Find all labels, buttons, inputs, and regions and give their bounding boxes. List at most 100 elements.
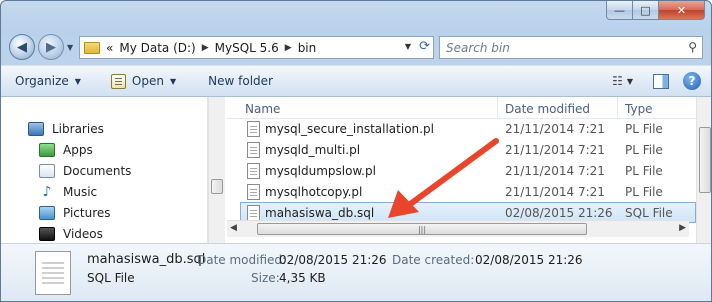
preview-pane-icon[interactable] — [653, 73, 669, 89]
nav-item-apps[interactable]: Apps — [39, 139, 93, 160]
forward-button[interactable]: ▶ — [38, 34, 64, 60]
file-large-icon — [35, 251, 71, 295]
file-name: mysql_secure_installation.pl — [265, 122, 434, 136]
libraries-icon — [28, 121, 44, 136]
chevron-right-icon[interactable]: ▶ — [202, 43, 209, 53]
maximize-button[interactable]: □ — [633, 1, 659, 20]
chevron-right-icon[interactable]: ▶ — [285, 43, 292, 53]
file-date: 21/11/2014 7:21 — [505, 164, 605, 178]
breadcrumb-mysql[interactable]: MySQL 5.6 — [215, 41, 279, 55]
notepad-icon — [110, 73, 126, 89]
address-dropdown-icon[interactable]: ▼ — [405, 42, 411, 51]
search-icon[interactable]: ⚲ — [688, 40, 697, 54]
file-name: mahasiswa_db.sql — [265, 206, 375, 220]
nav-item-documents[interactable]: Documents — [39, 160, 131, 181]
scroll-right-icon[interactable]: ▶ — [679, 223, 686, 233]
forward-arrow-icon: ▶ — [46, 39, 56, 55]
details-modified-value: 02/08/2015 21:26 — [279, 253, 387, 267]
caption-buttons: — □ ✕ — [606, 1, 705, 21]
horizontal-scroll-thumb[interactable]: ||| — [257, 223, 587, 235]
file-row[interactable]: mysqldumpslow.pl 21/11/2014 7:21 PL File — [227, 161, 696, 182]
nav-item-videos[interactable]: Videos — [39, 223, 103, 243]
scroll-left-icon[interactable]: ◀ — [230, 223, 237, 233]
file-name: mysqlhotcopy.pl — [265, 185, 363, 199]
nav-item-music[interactable]: ♪ Music — [39, 181, 98, 202]
file-name: mysqldumpslow.pl — [265, 164, 376, 178]
details-modified-label: Date modified: — [197, 253, 287, 267]
new-folder-label: New folder — [208, 74, 273, 88]
pictures-icon — [39, 205, 55, 220]
file-name: mysqld_multi.pl — [265, 143, 361, 157]
nav-label: Pictures — [63, 205, 111, 220]
details-file-type: SQL File — [87, 271, 135, 285]
address-bar[interactable]: « My Data (D:) ▶ MySQL 5.6 ▶ bin ▼ ⟳ — [79, 36, 434, 59]
nav-scroll-thumb[interactable] — [211, 179, 223, 194]
videos-icon — [39, 226, 55, 241]
file-row[interactable]: mysql_secure_installation.pl 21/11/2014 … — [227, 119, 696, 140]
details-size-value: 4,35 KB — [279, 271, 326, 285]
back-button[interactable]: ◀ — [9, 34, 35, 60]
minimize-button[interactable]: — — [606, 1, 633, 20]
close-button[interactable]: ✕ — [659, 1, 705, 20]
details-created-label: Date created: — [392, 253, 475, 267]
organize-button[interactable]: Organize ▼ — [15, 74, 81, 88]
music-icon: ♪ — [42, 183, 52, 200]
nav-item-libraries[interactable]: Libraries — [28, 118, 104, 139]
folder-icon — [84, 41, 100, 54]
back-arrow-icon: ◀ — [17, 39, 27, 55]
file-icon — [247, 205, 260, 221]
horizontal-scrollbar[interactable]: ◀ ||| ▶ — [227, 220, 689, 237]
details-pane: mahasiswa_db.sql SQL File Date modified:… — [1, 243, 711, 301]
views-dropdown-icon[interactable]: ▼ — [627, 77, 633, 86]
nav-item-pictures[interactable]: Pictures — [39, 202, 111, 223]
column-type[interactable]: Type — [625, 102, 653, 116]
details-size-label: Size: — [251, 271, 280, 285]
file-type: PL File — [625, 185, 663, 199]
file-icon — [247, 163, 260, 179]
file-date: 21/11/2014 7:21 — [505, 185, 605, 199]
file-row[interactable]: mysqld_multi.pl 21/11/2014 7:21 PL File — [227, 140, 696, 161]
explorer-window: — □ ✕ ◀ ▶ ▼ « My Data (D:) ▶ MySQL 5.6 ▶… — [0, 0, 712, 302]
address-row: ◀ ▶ ▼ « My Data (D:) ▶ MySQL 5.6 ▶ bin ▼… — [1, 31, 711, 61]
nav-label: Videos — [63, 226, 103, 241]
file-date: 02/08/2015 21:26 — [505, 206, 613, 220]
column-divider[interactable] — [497, 97, 498, 119]
breadcrumb-bin[interactable]: bin — [298, 41, 317, 55]
vertical-scroll-thumb[interactable] — [699, 127, 711, 193]
search-placeholder: Search bin — [446, 40, 510, 55]
search-box[interactable]: Search bin ⚲ — [439, 36, 703, 59]
column-date-modified[interactable]: Date modified — [505, 102, 590, 116]
vertical-scrollbar[interactable] — [696, 97, 711, 243]
file-icon — [247, 121, 260, 137]
new-folder-button[interactable]: New folder — [208, 74, 273, 88]
apps-icon — [39, 142, 55, 157]
help-icon[interactable]: ? — [683, 72, 701, 90]
file-icon — [247, 142, 260, 158]
organize-label: Organize — [15, 74, 69, 88]
file-row[interactable]: mysqlhotcopy.pl 21/11/2014 7:21 PL File — [227, 182, 696, 203]
file-icon — [247, 184, 260, 200]
change-view-icon[interactable]: ☷ — [612, 74, 623, 88]
column-name[interactable]: Name — [245, 102, 280, 116]
content-area: Libraries Apps Documents ♪ Music Picture… — [1, 97, 711, 243]
column-divider[interactable] — [617, 97, 618, 119]
breadcrumb-overflow[interactable]: « — [106, 41, 113, 55]
file-date: 21/11/2014 7:21 — [505, 143, 605, 157]
file-date: 21/11/2014 7:21 — [505, 122, 605, 136]
command-bar: Organize ▼ Open ▼ New folder ☷ ▼ ? — [1, 65, 711, 97]
nav-label: Music — [63, 184, 98, 199]
dropdown-arrow-icon: ▼ — [74, 76, 81, 86]
open-label: Open — [131, 74, 164, 88]
breadcrumb-drive[interactable]: My Data (D:) — [119, 41, 195, 55]
details-file-name: mahasiswa_db.sql — [87, 252, 206, 267]
documents-icon — [39, 163, 55, 178]
nav-scrollbar[interactable] — [208, 97, 225, 243]
file-type: PL File — [625, 122, 663, 136]
open-button[interactable]: Open ▼ — [110, 73, 176, 89]
navigation-pane: Libraries Apps Documents ♪ Music Picture… — [1, 97, 208, 243]
file-type: PL File — [625, 164, 663, 178]
file-type: PL File — [625, 143, 663, 157]
refresh-icon[interactable]: ⟳ — [419, 39, 430, 54]
details-created-value: 02/08/2015 21:26 — [475, 253, 583, 267]
recent-pages-dropdown[interactable]: ▼ — [67, 43, 73, 52]
